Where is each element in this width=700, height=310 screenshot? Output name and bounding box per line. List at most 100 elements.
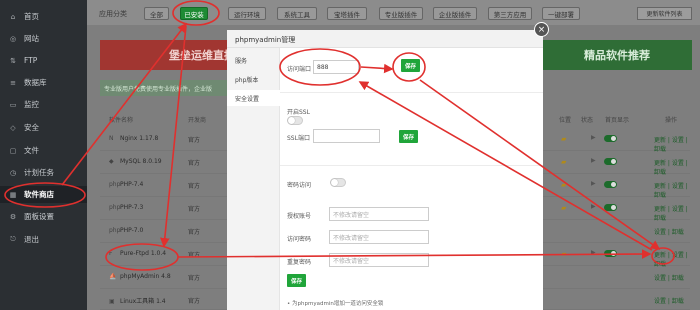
app-name: Nginx 1.17.8: [120, 135, 159, 142]
play-icon[interactable]: ▶: [591, 180, 596, 187]
category-runtime-button[interactable]: 运行环境: [228, 7, 266, 20]
folder-icon: ▢: [9, 146, 17, 155]
app-icon: php: [109, 204, 121, 211]
folder-icon[interactable]: ▰: [561, 181, 566, 189]
port-input[interactable]: 888: [313, 60, 359, 74]
store-icon: ▦: [9, 190, 17, 199]
app-icon: ◆: [109, 158, 114, 165]
port-save-button[interactable]: 保存: [401, 59, 420, 72]
update-list-button[interactable]: 更新软件列表: [637, 7, 692, 20]
sidebar-item-label: 安全: [24, 123, 39, 132]
ssl-save-button[interactable]: 保存: [399, 130, 418, 143]
nav-item-php-version[interactable]: php版本: [235, 75, 258, 84]
sidebar-item-home[interactable]: ⌂ 首页: [0, 8, 87, 25]
modal-nav: 服务 php版本 安全设置: [227, 48, 280, 310]
category-plugins-button[interactable]: 宝塔插件: [327, 7, 367, 20]
folder-icon[interactable]: ▰: [561, 158, 566, 166]
sidebar-item-label: FTP: [24, 56, 38, 65]
app-name: Linux工具箱 1.4: [120, 298, 166, 305]
app-name: PHP-7.4: [120, 181, 144, 188]
home-icon: ⌂: [10, 12, 16, 21]
ftp-icon: ⇅: [10, 56, 16, 65]
sidebar-item-database[interactable]: ≡ 数据库: [0, 74, 87, 91]
sidebar-item-label: 首页: [24, 12, 39, 21]
auth-save-button[interactable]: 保存: [287, 274, 306, 287]
sidebar-item-files[interactable]: ▢ 文件: [0, 142, 87, 159]
sidebar-item-label: 文件: [24, 146, 39, 155]
category-enterprise-button[interactable]: 企业版插件: [433, 7, 477, 20]
app-name: MySQL 8.0.19: [120, 158, 162, 165]
homepage-toggle[interactable]: [604, 204, 617, 211]
close-icon[interactable]: ×: [534, 22, 549, 37]
sidebar-item-label: 数据库: [24, 78, 47, 87]
sidebar-item-cron[interactable]: ◷ 计划任务: [0, 164, 87, 181]
shield-icon: ◇: [10, 123, 16, 132]
ssl-port-input[interactable]: [313, 129, 380, 143]
auth-pass-input[interactable]: 不修改请留空: [329, 230, 429, 244]
app-icon: N: [109, 135, 114, 142]
sidebar-item-label: 计划任务: [24, 168, 54, 177]
sidebar-item-settings[interactable]: ⚙ 面板设置: [0, 208, 87, 225]
app-developer: 官方: [188, 206, 201, 213]
sidebar-item-website[interactable]: ◎ 网站: [0, 30, 87, 47]
column-header-status: 状态: [581, 117, 594, 124]
sidebar-item-label: 软件商店: [24, 190, 54, 199]
category-deploy-button[interactable]: 一键部署: [542, 7, 580, 20]
folder-icon[interactable]: ▰: [561, 135, 566, 143]
play-icon[interactable]: ▶: [591, 134, 596, 141]
repeat-pass-input[interactable]: 不修改请留空: [329, 253, 429, 267]
nav-item-security[interactable]: 安全设置: [227, 90, 280, 106]
app-icon: ▣: [109, 298, 115, 305]
category-tools-button[interactable]: 系统工具: [277, 7, 317, 20]
column-header-name: 软件名称: [109, 117, 134, 124]
app-icon: php: [109, 181, 121, 188]
password-access-label: 密码访问: [287, 182, 312, 189]
password-access-switch[interactable]: [330, 178, 346, 187]
play-icon[interactable]: ▶: [591, 157, 596, 164]
tip-text: • 为phpmyadmin增加一道访问安全锁: [287, 301, 384, 307]
sidebar-item-security[interactable]: ◇ 安全: [0, 119, 87, 136]
notice-bar: 专业版用户免费使用专业版插件，企业版: [100, 80, 235, 96]
app-name: phpMyAdmin 4.8: [120, 273, 171, 280]
homepage-toggle[interactable]: [604, 181, 617, 188]
play-icon[interactable]: ▶: [591, 203, 596, 210]
folder-icon[interactable]: ▰: [561, 250, 566, 258]
category-all-button[interactable]: 全部: [144, 7, 169, 20]
divider: [280, 165, 543, 166]
column-header-ops: 操作: [665, 117, 678, 124]
row-actions[interactable]: 设置 | 卸载: [654, 296, 684, 305]
app-developer: 官方: [188, 252, 201, 259]
homepage-toggle[interactable]: [604, 250, 617, 257]
row-actions[interactable]: 设置 | 卸载: [654, 273, 684, 282]
divider: [280, 92, 543, 93]
app-name: PHP-7.3: [120, 204, 144, 211]
category-label: 应用分类: [99, 10, 127, 18]
column-header-developer: 开发商: [188, 117, 207, 124]
category-installed-button[interactable]: 已安装: [180, 7, 208, 20]
row-actions[interactable]: 设置 | 卸载: [654, 227, 684, 236]
ssl-port-label: SSL端口: [287, 135, 310, 142]
sidebar-item-monitor[interactable]: ▭ 监控: [0, 96, 87, 113]
category-pro-button[interactable]: 专业版插件: [379, 7, 423, 20]
sidebar-item-logout[interactable]: ⎋ 退出: [0, 231, 87, 248]
column-header-homepage: 首页显示: [605, 117, 630, 124]
play-icon[interactable]: ▶: [591, 249, 596, 256]
app-icon: php: [109, 227, 121, 234]
sidebar-item-ftp[interactable]: ⇅ FTP: [0, 52, 87, 69]
category-thirdparty-button[interactable]: 第三方应用: [488, 7, 532, 20]
column-header-location: 位置: [559, 117, 572, 124]
clock-icon: ◷: [9, 168, 17, 177]
app-developer: 官方: [188, 137, 201, 144]
homepage-toggle[interactable]: [604, 135, 617, 142]
repeat-pass-label: 重复密码: [287, 259, 312, 266]
app-developer: 官方: [188, 229, 201, 236]
ssl-switch[interactable]: [287, 116, 303, 125]
app-icon: ⛵: [109, 273, 117, 280]
folder-icon[interactable]: ▰: [561, 204, 566, 212]
sidebar-item-label: 监控: [24, 100, 39, 109]
auth-user-input[interactable]: 不修改请留空: [329, 207, 429, 221]
promo-banner-right[interactable]: 精品软件推荐: [542, 40, 692, 70]
sidebar-item-store[interactable]: ▦ 软件商店: [0, 186, 87, 203]
homepage-toggle[interactable]: [604, 158, 617, 165]
nav-item-service[interactable]: 服务: [235, 56, 247, 65]
